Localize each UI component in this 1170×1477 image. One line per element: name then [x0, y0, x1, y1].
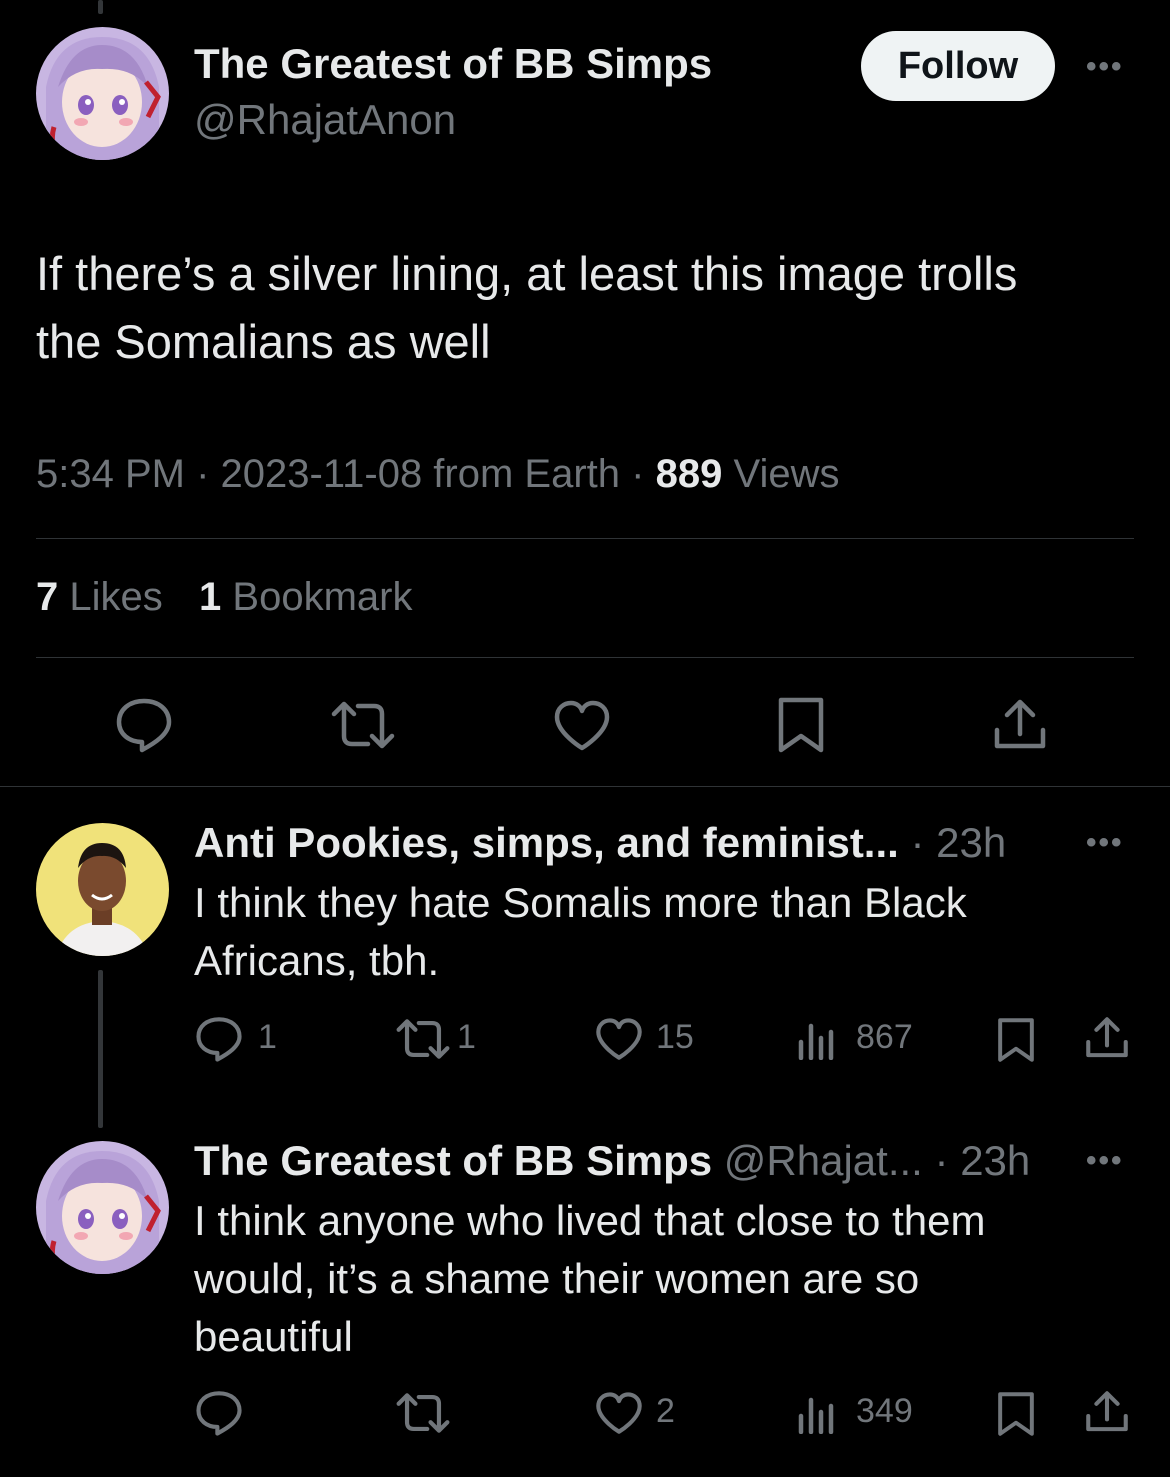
thread-line-reply [98, 970, 103, 1128]
separator: · [631, 452, 645, 496]
engagement-stats: 7 Likes 1 Bookmark [36, 575, 412, 620]
avatar[interactable] [36, 823, 169, 956]
retweet-icon[interactable] [330, 700, 396, 750]
like-count: 15 [656, 1018, 694, 1056]
views-count: 349 [856, 1392, 913, 1430]
share-icon[interactable] [1085, 1390, 1129, 1434]
bookmarks-count[interactable]: 1 [199, 575, 221, 619]
bookmarks-label[interactable]: Bookmark [232, 575, 412, 619]
avatar[interactable] [36, 1141, 169, 1274]
separator: · [910, 819, 925, 866]
like-icon[interactable] [595, 1392, 643, 1435]
tweet-text: If there’s a silver lining, at least thi… [36, 240, 1017, 376]
reply-icon[interactable] [115, 697, 173, 753]
user-handle[interactable]: @RhajatAnon [194, 96, 456, 144]
like-count: 2 [656, 1392, 675, 1430]
reply-text-line: would, it’s a shame their women are so [194, 1255, 920, 1302]
reply-text: I think anyone who lived that close to t… [194, 1192, 985, 1366]
likes-label[interactable]: Likes [69, 575, 162, 619]
likes-count[interactable]: 7 [36, 575, 58, 619]
display-name[interactable]: The Greatest of BB Simps [194, 1137, 712, 1184]
reply-text-line: Africans, tbh. [194, 937, 440, 984]
like-icon[interactable] [553, 700, 611, 752]
reply-header: The Greatest of BB Simps @Rhajat... · 23… [194, 1137, 1030, 1185]
share-icon[interactable] [1085, 1016, 1129, 1060]
user-handle[interactable]: @Rhajat... [724, 1137, 923, 1184]
more-icon[interactable]: ••• [1086, 826, 1124, 860]
avatar[interactable] [36, 27, 169, 160]
reply-icon[interactable] [195, 1016, 243, 1062]
reply-icon[interactable] [195, 1390, 243, 1436]
share-icon[interactable] [993, 698, 1047, 752]
tweet-text-line: the Somalians as well [36, 315, 491, 368]
reply-text-line: I think they hate Somalis more than Blac… [194, 879, 967, 926]
reply-count: 1 [258, 1018, 277, 1056]
retweet-icon[interactable] [395, 1018, 451, 1060]
bookmark-icon[interactable] [997, 1016, 1035, 1064]
follow-button[interactable]: Follow [861, 31, 1055, 101]
tweet-meta: 5:34 PM · 2023-11-08 from Earth · 889 Vi… [36, 452, 839, 497]
reply-header: Anti Pookies, simps, and feminist... · 2… [194, 819, 1006, 867]
tweet-date[interactable]: 2023-11-08 from Earth [221, 452, 620, 496]
views-count: 867 [856, 1018, 913, 1056]
reply-text: I think they hate Somalis more than Blac… [194, 874, 967, 990]
more-icon[interactable]: ••• [1086, 50, 1124, 84]
separator: · [934, 1137, 949, 1184]
divider [0, 786, 1170, 787]
reply-time[interactable]: 23h [960, 1137, 1030, 1184]
display-name[interactable]: Anti Pookies, simps, and feminist... [194, 819, 899, 866]
thread-line-top [98, 0, 103, 14]
reply-text-line: beautiful [194, 1313, 353, 1360]
display-name[interactable]: The Greatest of BB Simps [194, 40, 712, 88]
reply-time[interactable]: 23h [936, 819, 1006, 866]
views-label: Views [733, 452, 840, 496]
divider [36, 657, 1134, 658]
separator: · [196, 452, 210, 496]
divider [36, 538, 1134, 539]
tweet-time[interactable]: 5:34 PM [36, 452, 185, 496]
reply-text-line: I think anyone who lived that close to t… [194, 1197, 986, 1244]
retweet-icon[interactable] [395, 1392, 451, 1434]
bookmark-icon[interactable] [997, 1390, 1035, 1438]
bookmark-icon[interactable] [777, 696, 825, 754]
views-count: 889 [655, 452, 723, 496]
like-icon[interactable] [595, 1018, 643, 1061]
views-icon[interactable] [797, 1394, 837, 1434]
tweet-text-line: If there’s a silver lining, at least thi… [36, 247, 1018, 300]
views-icon[interactable] [797, 1020, 837, 1060]
retweet-count: 1 [457, 1018, 476, 1056]
more-icon[interactable]: ••• [1086, 1144, 1124, 1178]
